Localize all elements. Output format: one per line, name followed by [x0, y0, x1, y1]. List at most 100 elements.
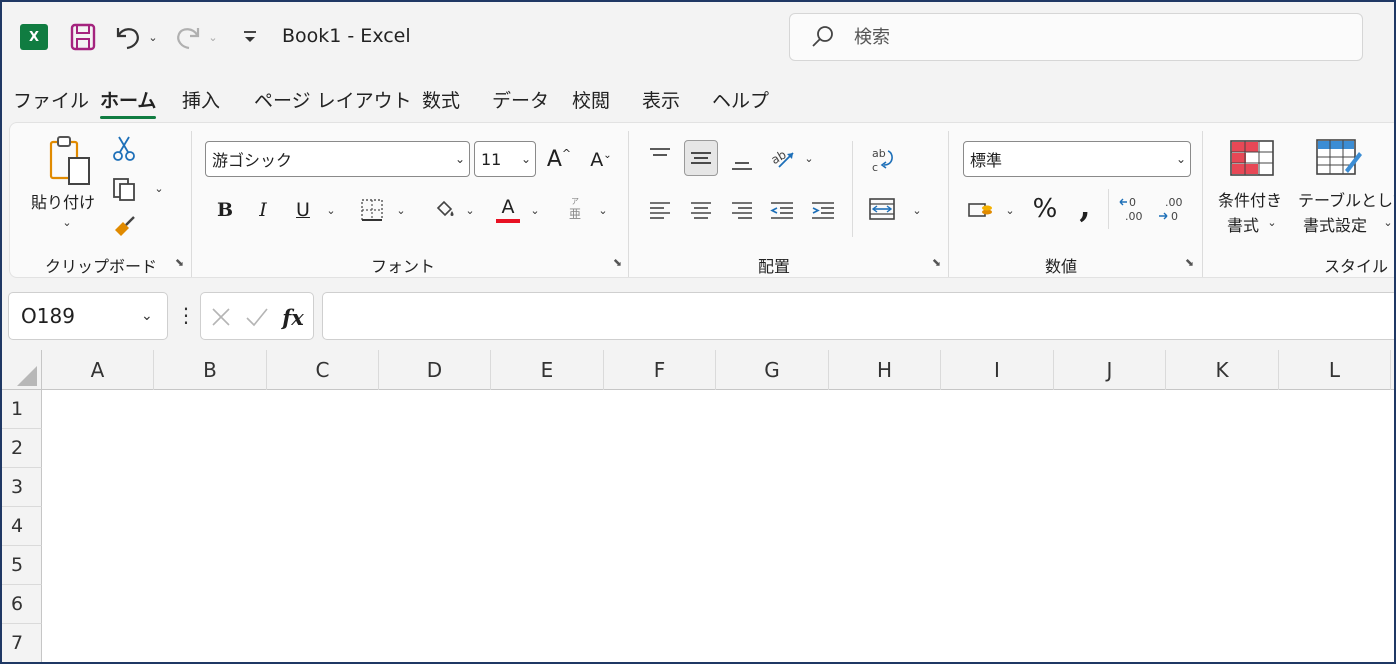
font-name-dropdown-icon[interactable]: ⌄: [451, 152, 469, 166]
redo-icon[interactable]: [174, 22, 202, 52]
number-format-dropdown-icon[interactable]: ⌄: [1172, 152, 1190, 166]
column-header[interactable]: L: [1279, 350, 1391, 390]
redo-dropdown-chevron-icon[interactable]: ⌄: [206, 28, 220, 46]
format-as-table-label-1[interactable]: テーブルとして: [1298, 187, 1394, 211]
increase-indent-icon[interactable]: [809, 195, 837, 225]
enter-check-icon[interactable]: [243, 303, 271, 331]
align-bottom-icon[interactable]: [728, 147, 756, 177]
font-size-combo[interactable]: 11 ⌄: [474, 141, 536, 177]
bold-button[interactable]: B: [212, 195, 238, 225]
tab-help[interactable]: ヘルプ: [712, 86, 769, 113]
name-box[interactable]: O189 ⌄: [8, 292, 168, 340]
format-painter-icon[interactable]: [110, 213, 138, 241]
paste-clipboard-icon[interactable]: [40, 133, 100, 189]
save-icon[interactable]: [70, 23, 96, 51]
font-color-icon[interactable]: A: [494, 193, 522, 227]
number-launcher-icon[interactable]: ⬊: [1183, 256, 1196, 269]
percent-style-button[interactable]: %: [1030, 193, 1060, 225]
copy-dropdown-chevron-icon[interactable]: ⌄: [152, 181, 166, 195]
column-header[interactable]: H: [829, 350, 941, 390]
vertical-dots-icon[interactable]: ⋮: [176, 303, 196, 327]
borders-icon[interactable]: [358, 195, 386, 225]
increase-decimal-icon[interactable]: 0 .00: [1116, 193, 1148, 225]
tab-page-layout[interactable]: ページ レイアウト: [254, 86, 412, 113]
number-format-combo[interactable]: 標準 ⌄: [963, 141, 1191, 177]
merge-center-icon[interactable]: [866, 193, 898, 225]
format-as-table-label-2[interactable]: 書式設定: [1303, 212, 1367, 236]
increase-font-size-icon[interactable]: A ^: [544, 143, 574, 175]
row-header[interactable]: 4: [2, 507, 42, 546]
cut-scissors-icon[interactable]: [110, 133, 138, 163]
tab-data[interactable]: データ: [492, 86, 549, 113]
undo-icon[interactable]: [114, 22, 142, 52]
decrease-font-size-icon[interactable]: A ⌄: [586, 145, 616, 175]
alignment-launcher-icon[interactable]: ⬊: [930, 256, 943, 269]
formula-input[interactable]: [322, 292, 1394, 340]
tab-review[interactable]: 校閲: [572, 86, 610, 113]
borders-dropdown-chevron-icon[interactable]: ⌄: [394, 203, 408, 217]
cancel-icon[interactable]: [207, 303, 235, 331]
tab-home[interactable]: ホーム: [100, 86, 157, 119]
orientation-icon[interactable]: ab: [768, 143, 798, 173]
italic-button[interactable]: I: [250, 195, 276, 225]
row-header[interactable]: 7: [2, 624, 42, 662]
underline-button[interactable]: U: [290, 195, 316, 225]
format-as-table-icon[interactable]: [1314, 137, 1364, 179]
align-center-icon[interactable]: [687, 195, 715, 225]
column-header[interactable]: F: [604, 350, 716, 390]
search-input[interactable]: [854, 26, 1334, 48]
copy-icon[interactable]: [108, 173, 140, 205]
column-header[interactable]: D: [379, 350, 491, 390]
tab-file[interactable]: ファイル: [13, 86, 89, 113]
conditional-formatting-label-1[interactable]: 条件付き: [1218, 187, 1282, 211]
orientation-dropdown-chevron-icon[interactable]: ⌄: [802, 151, 816, 165]
conditional-formatting-chevron-icon[interactable]: ⌄: [1266, 215, 1278, 229]
name-box-dropdown-icon[interactable]: ⌄: [141, 308, 167, 324]
font-color-dropdown-chevron-icon[interactable]: ⌄: [528, 203, 542, 217]
align-top-icon[interactable]: [646, 141, 674, 171]
underline-dropdown-chevron-icon[interactable]: ⌄: [324, 203, 338, 217]
merge-dropdown-chevron-icon[interactable]: ⌄: [910, 203, 924, 217]
accounting-dropdown-chevron-icon[interactable]: ⌄: [1003, 203, 1017, 217]
customize-qat-icon[interactable]: [240, 26, 260, 48]
tab-insert[interactable]: 挿入: [182, 86, 220, 113]
column-header[interactable]: A: [42, 350, 154, 390]
column-header[interactable]: I: [941, 350, 1054, 390]
row-header[interactable]: 6: [2, 585, 42, 624]
conditional-formatting-icon[interactable]: [1228, 137, 1276, 179]
font-size-dropdown-icon[interactable]: ⌄: [517, 152, 535, 166]
column-header[interactable]: C: [267, 350, 379, 390]
row-header[interactable]: 2: [2, 429, 42, 468]
align-left-icon[interactable]: [646, 195, 674, 225]
conditional-formatting-label-2[interactable]: 書式: [1227, 212, 1259, 236]
column-header[interactable]: G: [716, 350, 829, 390]
row-header[interactable]: 1: [2, 390, 42, 429]
font-name-combo[interactable]: 游ゴシック ⌄: [205, 141, 470, 177]
format-as-table-chevron-icon[interactable]: ⌄: [1382, 215, 1394, 229]
paste-dropdown-chevron-icon[interactable]: ⌄: [60, 215, 74, 229]
clipboard-launcher-icon[interactable]: ⬊: [173, 256, 186, 269]
tab-formulas[interactable]: 数式: [422, 86, 460, 113]
align-middle-icon[interactable]: [684, 140, 718, 176]
worksheet-grid[interactable]: A B C D E F G H I J K L 1 2 3 4 5 6 7: [2, 350, 1394, 662]
comma-style-button[interactable]: ,: [1072, 187, 1098, 225]
row-header[interactable]: 5: [2, 546, 42, 585]
phonetic-guide-icon[interactable]: ア 亜: [562, 193, 588, 225]
undo-dropdown-chevron-icon[interactable]: ⌄: [146, 28, 160, 46]
wrap-text-icon[interactable]: ab c: [866, 143, 898, 177]
search-box[interactable]: [789, 13, 1363, 61]
column-header[interactable]: B: [154, 350, 267, 390]
select-all-corner[interactable]: [2, 350, 42, 390]
paste-label[interactable]: 貼り付け: [31, 189, 95, 213]
phonetic-dropdown-chevron-icon[interactable]: ⌄: [596, 203, 610, 217]
align-right-icon[interactable]: [728, 195, 756, 225]
column-header[interactable]: E: [491, 350, 604, 390]
decrease-indent-icon[interactable]: [768, 195, 796, 225]
decrease-decimal-icon[interactable]: .00 0: [1156, 193, 1188, 225]
insert-function-icon[interactable]: fx: [279, 303, 307, 331]
accounting-format-icon[interactable]: [965, 195, 997, 225]
column-header[interactable]: K: [1166, 350, 1279, 390]
column-header[interactable]: J: [1054, 350, 1166, 390]
fill-color-dropdown-chevron-icon[interactable]: ⌄: [463, 203, 477, 217]
row-header[interactable]: 3: [2, 468, 42, 507]
